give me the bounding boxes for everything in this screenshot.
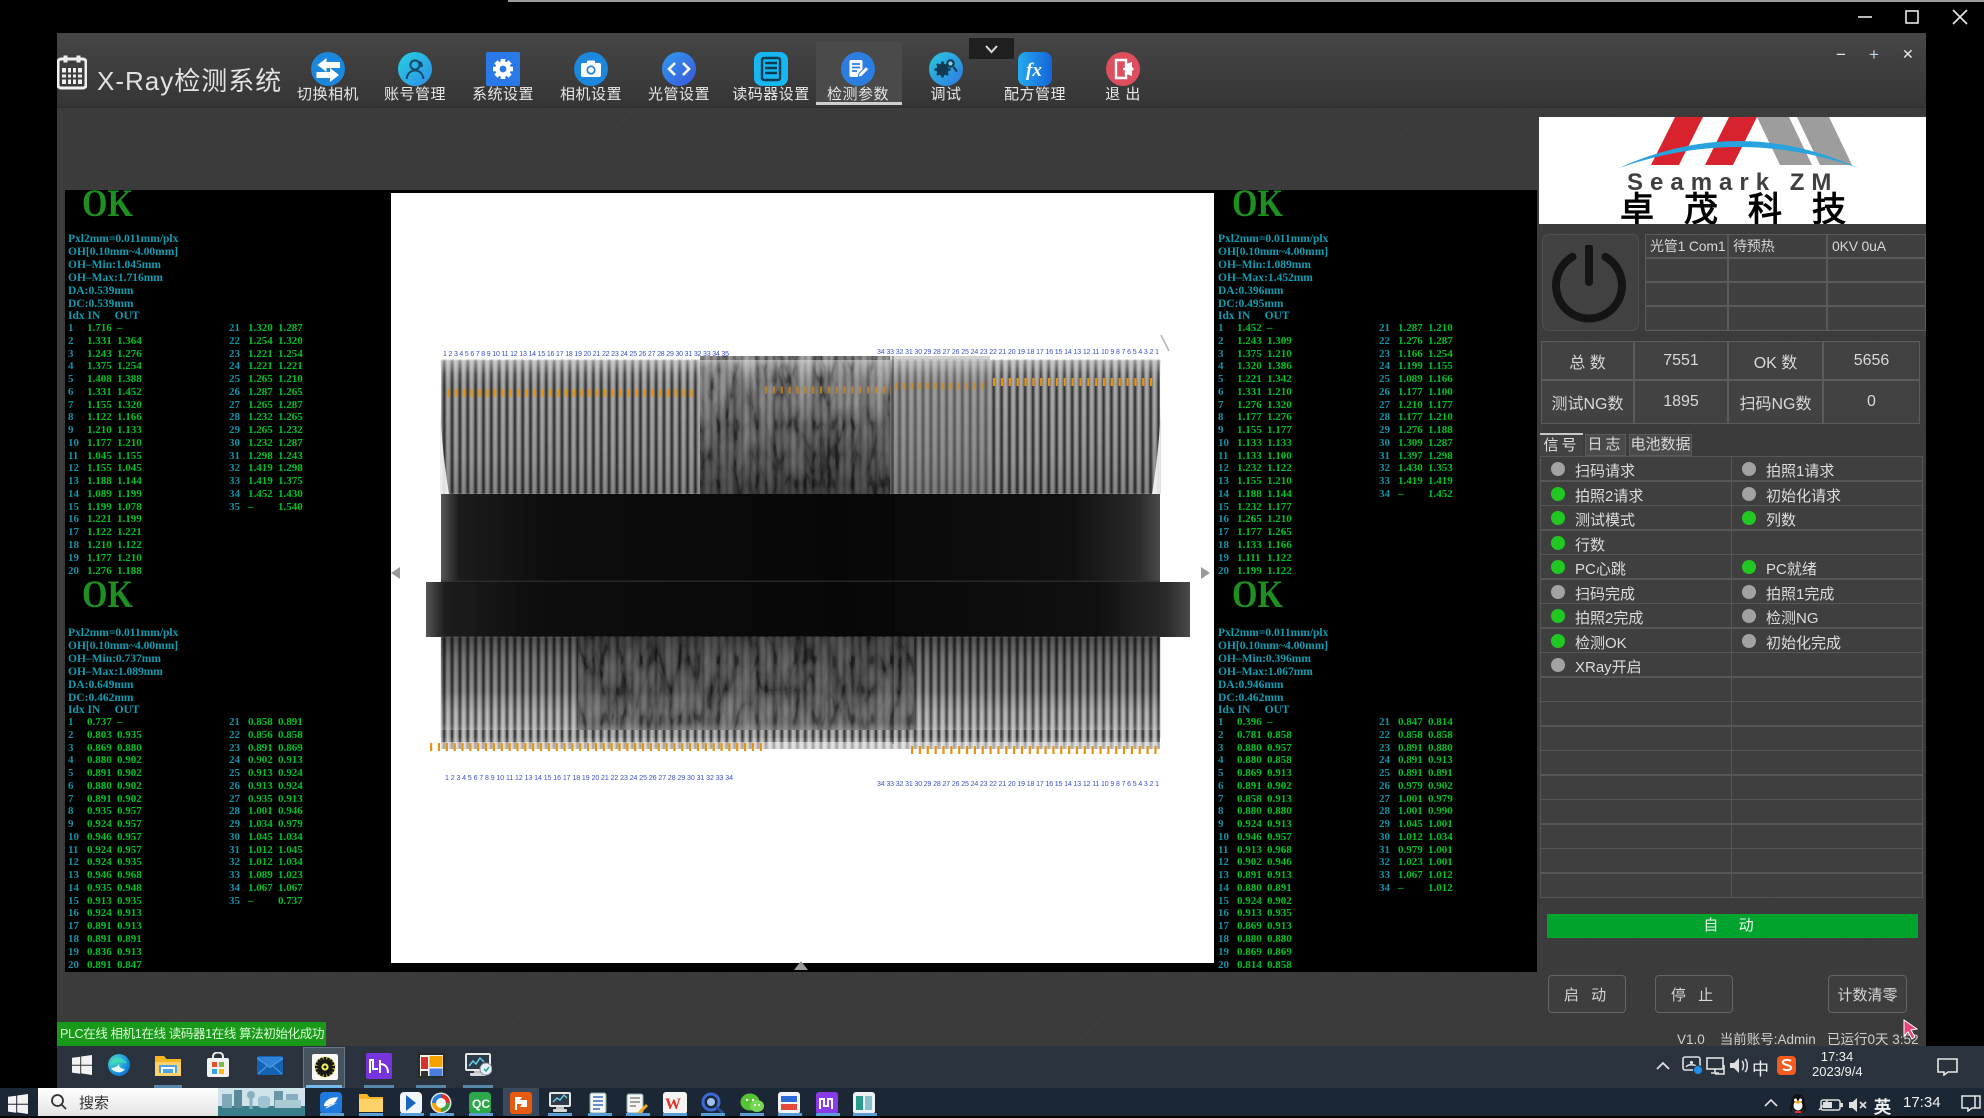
- svg-text:1 2 3 4 5 6 7 8 9 10 11 12 13: 1 2 3 4 5 6 7 8 9 10 11 12 13 14 15 16 1…: [445, 775, 733, 782]
- svg-text:fx: fx: [1026, 60, 1042, 81]
- svg-text:QC: QC: [472, 1097, 490, 1111]
- svg-text:1 2 3 4 5 6 7 8 9 10 11 12 13: 1 2 3 4 5 6 7 8 9 10 11 12 13 14 15 16 1…: [443, 351, 729, 358]
- svg-text:卓茂科技: 卓茂科技: [1620, 191, 1876, 224]
- svg-text:34 33 32 31 30 29 28 27 26 25: 34 33 32 31 30 29 28 27 26 25 24 23 22 2…: [877, 349, 1159, 356]
- svg-text:W: W: [665, 1096, 681, 1113]
- svg-text:34 33 32 31 30 29 28 27 26 25: 34 33 32 31 30 29 28 27 26 25 24 23 22 2…: [877, 781, 1159, 788]
